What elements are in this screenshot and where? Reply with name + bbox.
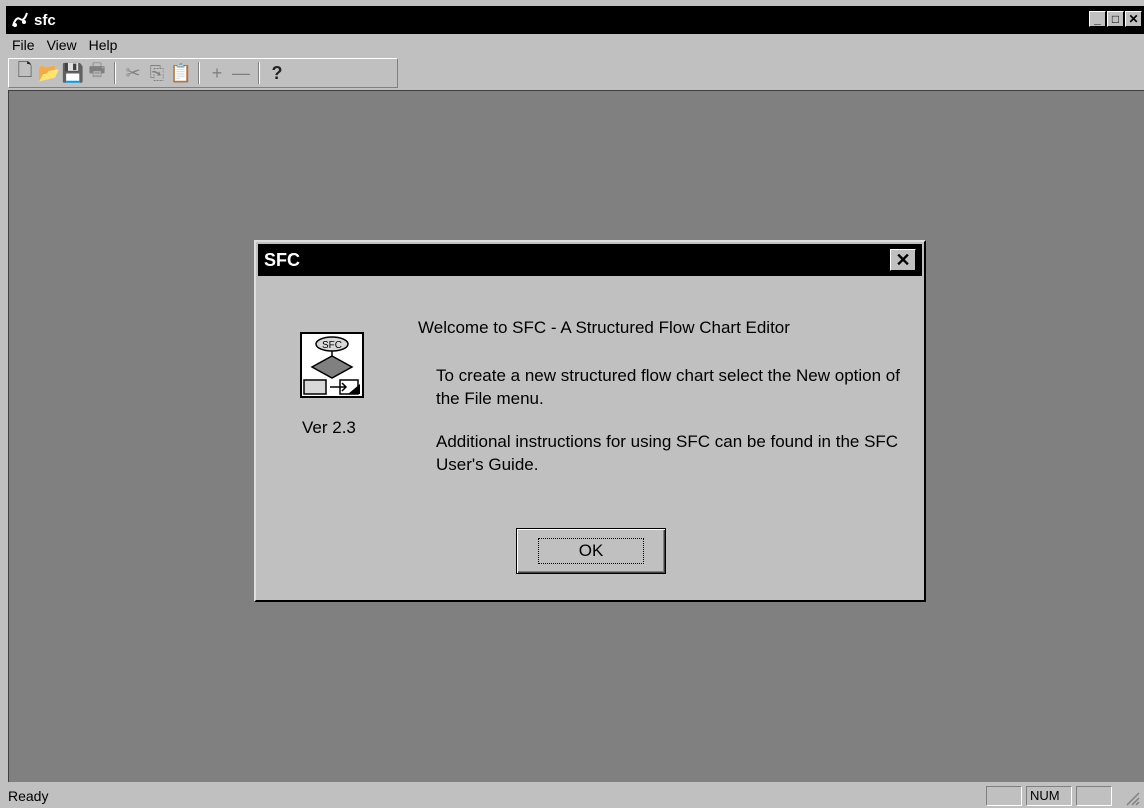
ok-button[interactable]: OK bbox=[516, 528, 666, 574]
menu-view[interactable]: View bbox=[41, 37, 83, 53]
menu-file[interactable]: File bbox=[6, 37, 41, 53]
guide-paragraph: Additional instructions for using SFC ca… bbox=[436, 432, 899, 474]
toolbar-separator bbox=[198, 62, 200, 84]
new-document-icon[interactable]: 🗋 bbox=[13, 60, 37, 85]
minus-icon[interactable]: — bbox=[229, 61, 253, 85]
help-icon[interactable]: ? bbox=[265, 61, 289, 85]
print-icon[interactable]: 🖶 bbox=[85, 60, 109, 85]
instructions-paragraph: To create a new structured flow chart se… bbox=[436, 366, 900, 408]
status-text: Ready bbox=[8, 788, 49, 804]
title-bar: sfc _ □ ✕ bbox=[6, 6, 1144, 34]
app-icon bbox=[12, 12, 28, 27]
menu-bar: File View Help bbox=[6, 34, 1144, 56]
open-folder-icon[interactable]: 📂 bbox=[37, 61, 61, 85]
menu-help[interactable]: Help bbox=[83, 37, 124, 53]
toolbar-separator bbox=[114, 62, 116, 84]
minimize-button[interactable]: _ bbox=[1089, 11, 1106, 27]
status-bar: Ready NUM bbox=[6, 784, 1144, 808]
status-pane-caps bbox=[986, 786, 1022, 806]
save-icon[interactable]: 💾 bbox=[61, 61, 85, 85]
resize-grip-icon[interactable] bbox=[1124, 790, 1140, 806]
cut-icon[interactable]: ✂ bbox=[121, 61, 145, 85]
window-title: sfc bbox=[34, 11, 56, 29]
version-label: Ver 2.3 bbox=[302, 418, 356, 437]
toolbar-separator bbox=[258, 62, 260, 84]
copy-icon[interactable]: ⎘ bbox=[145, 61, 169, 85]
ok-button-label: OK bbox=[537, 538, 645, 564]
status-pane-num: NUM bbox=[1026, 786, 1072, 806]
dialog-title-bar: SFC ✕ bbox=[258, 244, 922, 276]
close-button[interactable]: ✕ bbox=[1125, 11, 1142, 27]
dialog-close-button[interactable]: ✕ bbox=[890, 249, 916, 271]
status-pane-scrl bbox=[1076, 786, 1112, 806]
sfc-logo-icon: SFC bbox=[300, 332, 364, 398]
dialog-title: SFC bbox=[264, 249, 300, 270]
plus-icon[interactable]: + bbox=[205, 61, 229, 85]
welcome-heading: Welcome to SFC - A Structured Flow Chart… bbox=[418, 318, 790, 337]
maximize-button[interactable]: □ bbox=[1107, 11, 1124, 27]
welcome-dialog: SFC ✕ SFC Ver 2.3 Welcome to SFC - A Str… bbox=[254, 240, 926, 602]
sfc-logo-label: SFC bbox=[322, 340, 342, 351]
toolbar: 🗋 📂 💾 🖶 ✂ ⎘ 📋 + — ? bbox=[8, 58, 398, 88]
paste-icon[interactable]: 📋 bbox=[169, 61, 193, 85]
